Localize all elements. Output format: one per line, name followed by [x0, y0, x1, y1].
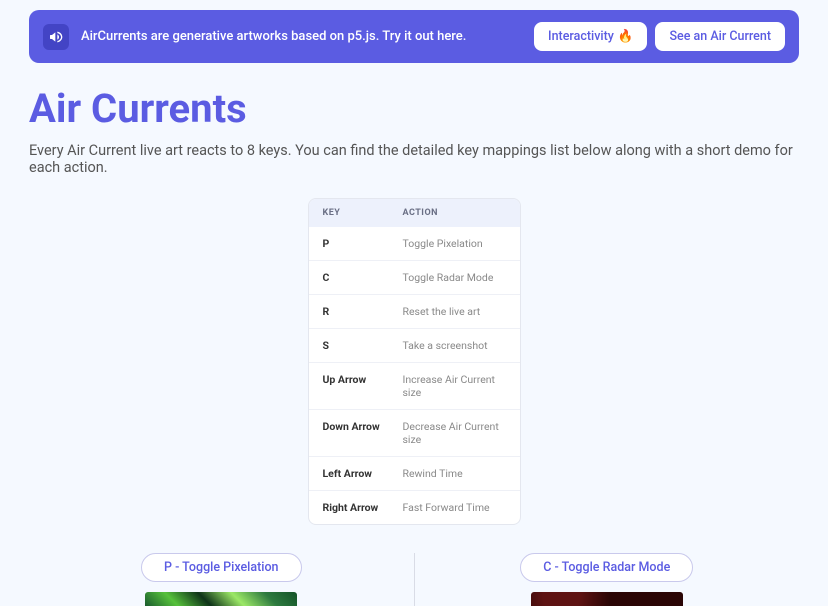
head-action: ACTION: [403, 208, 506, 218]
page-subtitle: Every Air Current live art reacts to 8 k…: [29, 142, 799, 176]
table-row: Right ArrowFast Forward Time: [309, 490, 520, 524]
key-cell: C: [323, 271, 403, 284]
key-cell: S: [323, 339, 403, 352]
announcement-banner: AirCurrents are generative artworks base…: [29, 10, 799, 63]
demo-pixelation: P - Toggle Pixelation: [29, 553, 414, 606]
demos-section: P - Toggle Pixelation C - Toggle Radar M…: [29, 553, 799, 606]
table-row: Up ArrowIncrease Air Current size: [309, 362, 520, 409]
demo-pill-pixelation[interactable]: P - Toggle Pixelation: [141, 553, 302, 582]
see-label: See an Air Current: [669, 29, 771, 44]
action-cell: Fast Forward Time: [403, 501, 490, 514]
demo-radar: C - Toggle Radar Mode: [415, 553, 800, 606]
head-key: KEY: [323, 208, 403, 218]
interactivity-button[interactable]: Interactivity 🔥: [534, 22, 647, 51]
table-row: Down ArrowDecrease Air Current size: [309, 409, 520, 456]
action-cell: Reset the live art: [403, 305, 481, 318]
demo-image-pixelation: [145, 592, 297, 606]
key-cell: P: [323, 237, 403, 250]
key-cell: Left Arrow: [323, 467, 403, 480]
fire-icon: 🔥: [618, 29, 634, 44]
key-cell: Right Arrow: [323, 501, 403, 514]
key-cell: Up Arrow: [323, 373, 403, 399]
action-cell: Toggle Radar Mode: [403, 271, 494, 284]
key-cell: Down Arrow: [323, 420, 403, 446]
table-row: RReset the live art: [309, 294, 520, 328]
table-head: KEY ACTION: [309, 199, 520, 227]
key-cell: R: [323, 305, 403, 318]
megaphone-icon: [43, 24, 69, 50]
banner-left: AirCurrents are generative artworks base…: [43, 24, 466, 50]
action-cell: Decrease Air Current size: [403, 420, 506, 446]
table-row: PToggle Pixelation: [309, 227, 520, 260]
page-title: Air Currents: [29, 85, 799, 132]
table-row: Left ArrowRewind Time: [309, 456, 520, 490]
demo-image-radar: [531, 592, 683, 606]
action-cell: Rewind Time: [403, 467, 463, 480]
demo-pill-radar[interactable]: C - Toggle Radar Mode: [520, 553, 693, 582]
interactivity-label: Interactivity: [548, 29, 614, 44]
action-cell: Toggle Pixelation: [403, 237, 483, 250]
see-air-current-button[interactable]: See an Air Current: [655, 22, 785, 51]
banner-text[interactable]: AirCurrents are generative artworks base…: [81, 29, 466, 44]
table-row: STake a screenshot: [309, 328, 520, 362]
banner-buttons: Interactivity 🔥 See an Air Current: [534, 22, 785, 51]
key-mapping-table: KEY ACTION PToggle PixelationCToggle Rad…: [308, 198, 521, 525]
key-table-wrap: KEY ACTION PToggle PixelationCToggle Rad…: [0, 198, 828, 525]
action-cell: Increase Air Current size: [403, 373, 506, 399]
action-cell: Take a screenshot: [403, 339, 488, 352]
table-row: CToggle Radar Mode: [309, 260, 520, 294]
